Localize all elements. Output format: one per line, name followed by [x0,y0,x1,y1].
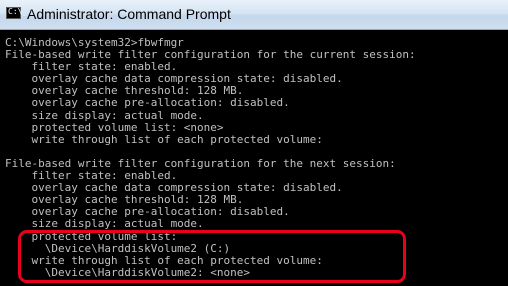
console-output[interactable]: C:\Windows\system32>fbwfmgr File-based w… [0,30,508,286]
window-title: Administrator: Command Prompt [27,6,231,22]
command-prompt-window: C:\_ Administrator: Command Prompt C:\Wi… [0,0,508,286]
highlight-annotation-box [18,230,406,283]
console-line: protected volume list: <none> [5,120,224,134]
console-line: size display: actual mode. [5,217,204,231]
console-line: write through list of each protected vol… [5,132,323,146]
console-line: size display: actual mode. [5,108,204,122]
console-line: overlay cache pre-allocation: disabled. [5,96,290,110]
title-bar[interactable]: C:\_ Administrator: Command Prompt [0,0,508,30]
cmd-icon-prompt: C:\_ [8,7,28,16]
cmd-icon[interactable]: C:\_ [6,7,27,19]
